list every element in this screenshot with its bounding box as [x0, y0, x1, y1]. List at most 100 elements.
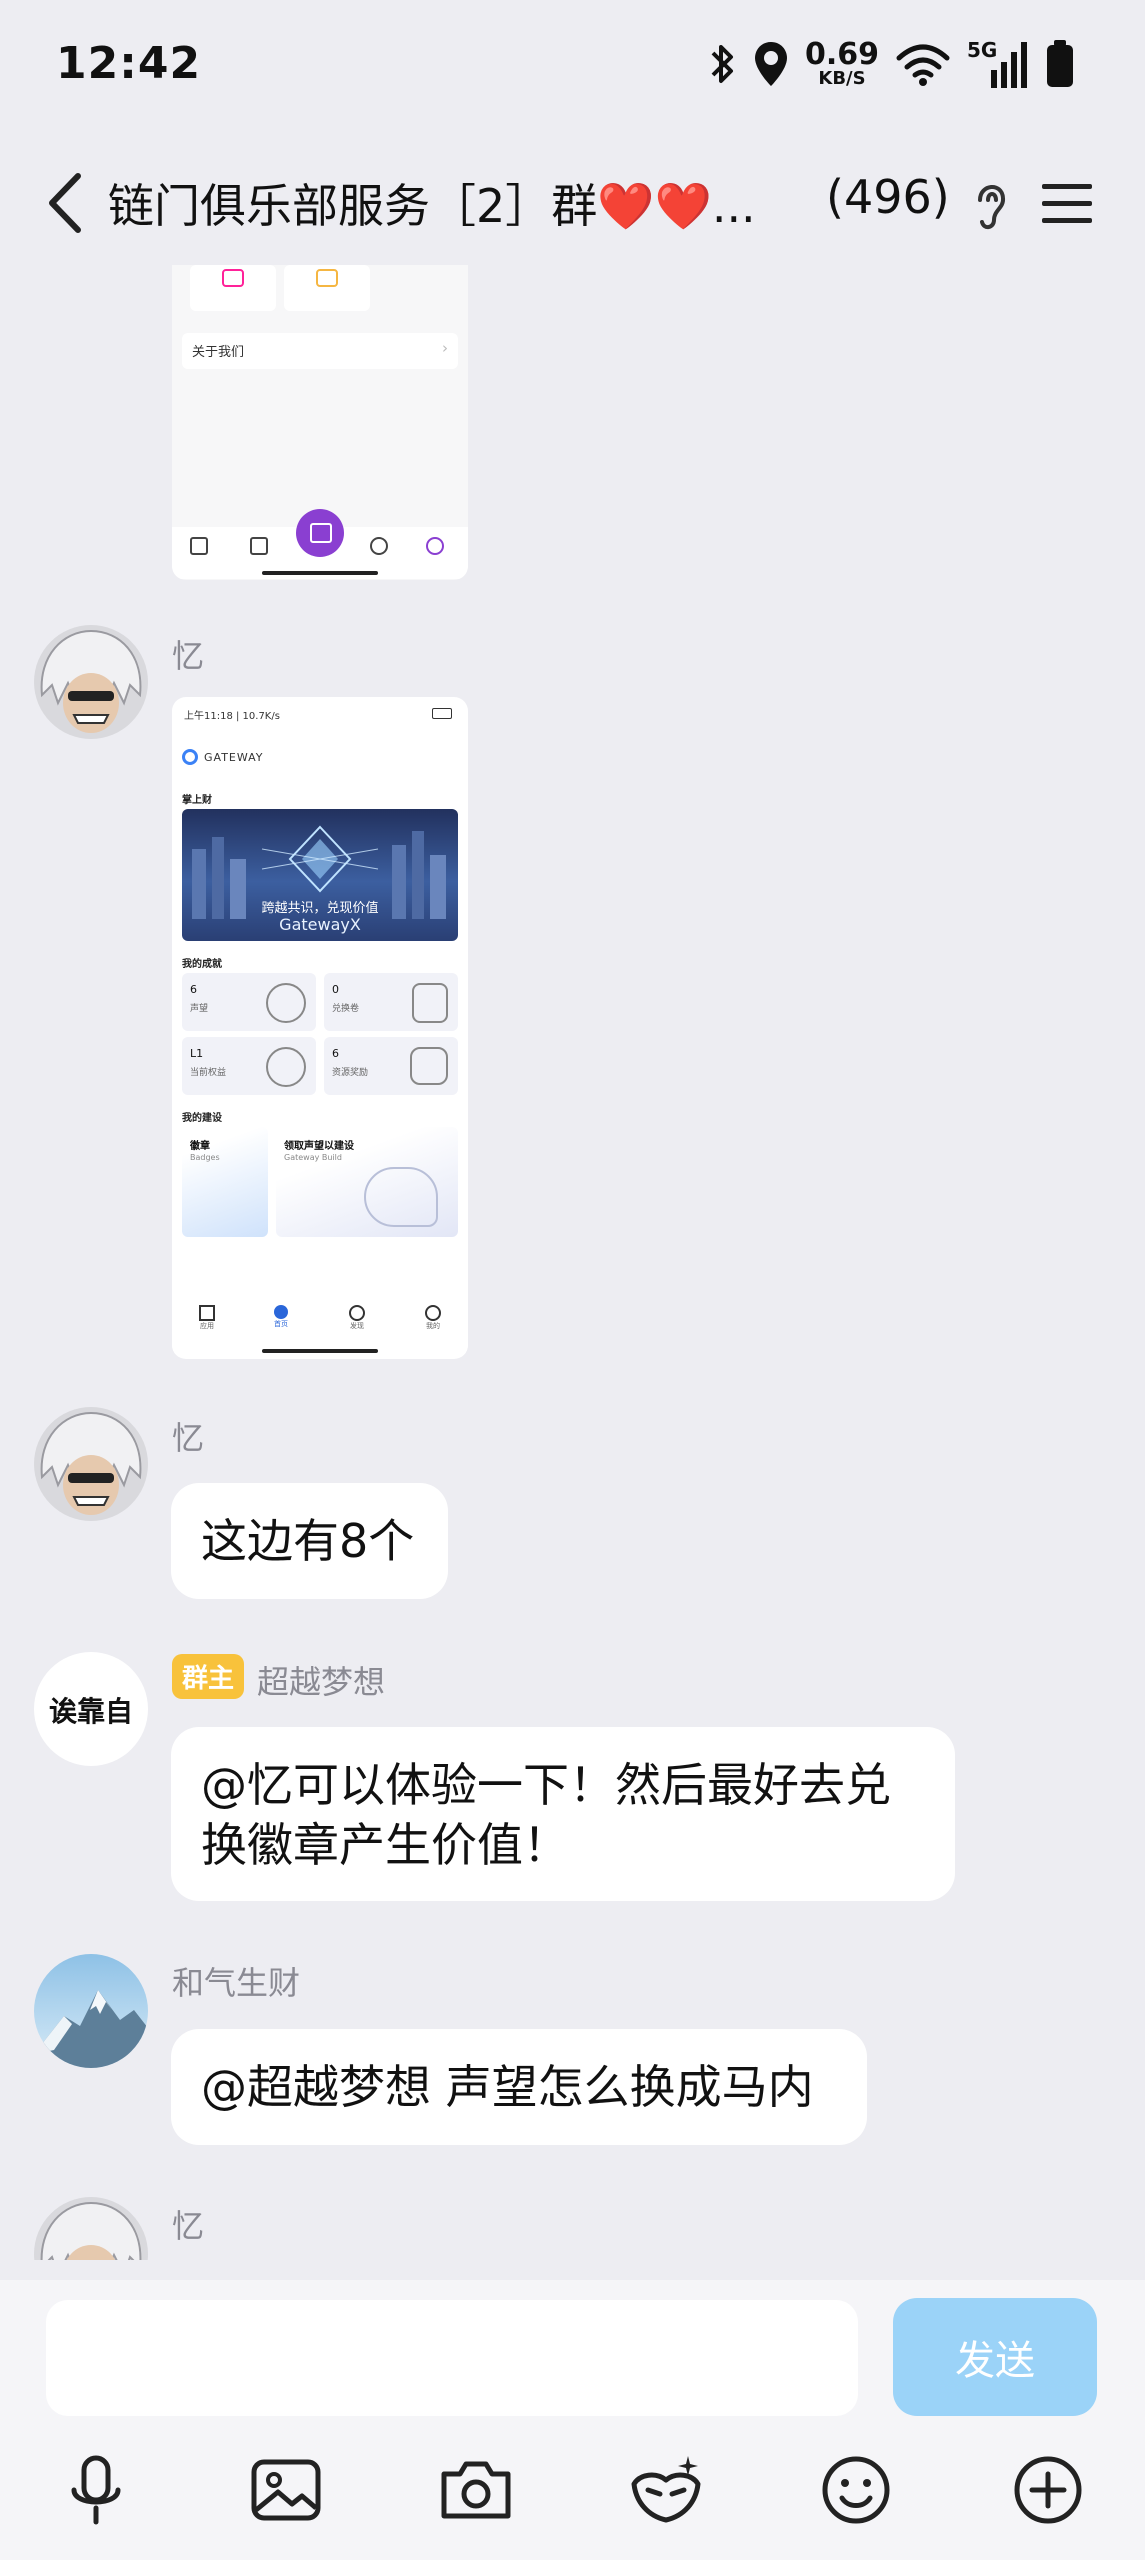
stat-value: 6	[332, 1047, 339, 1060]
nav-home-icon	[190, 537, 208, 555]
chevron-right-icon: ›	[442, 339, 448, 357]
stat-value: 0	[332, 983, 339, 996]
build-card-badges: 徽章 Badges	[182, 1127, 268, 1237]
home-indicator	[262, 1349, 378, 1353]
message-input[interactable]	[46, 2300, 858, 2416]
stat-label: 声望	[190, 1004, 209, 1014]
shortcut-card	[190, 265, 276, 311]
shot-status-time: 上午11:18 | 10.7K/s	[184, 711, 280, 722]
image-message-2[interactable]: 上午11:18 | 10.7K/s GATEWAY 掌上财 跨越共识，兑现价值 …	[172, 697, 468, 1359]
gallery-icon	[310, 523, 332, 543]
cellular-signal: 5G	[967, 38, 1029, 90]
stat-card: 0 兑换卷	[324, 973, 458, 1031]
chat-header: 链门俱乐部服务［2］群❤️❤️... (496)	[0, 150, 1145, 260]
stat-card: L1 当前权益	[182, 1037, 316, 1095]
plus-icon[interactable]	[1008, 2450, 1088, 2530]
input-area: 发送	[0, 2280, 1145, 2560]
build-card-subtitle: Gateway Build	[284, 1153, 342, 1162]
avatar-yi[interactable]	[34, 2197, 148, 2260]
avatar-chaoyue[interactable]: 诶靠自	[34, 1652, 148, 1766]
chat-title[interactable]: 链门俱乐部服务［2］群❤️❤️...	[108, 170, 756, 236]
chat-message-list[interactable]: 关于我们 › 忆 上午11:18 | 10.7K/s GATEWAY 掌上财 跨…	[0, 265, 1145, 2260]
stat-label: 当前权益	[190, 1068, 227, 1078]
message-bubble[interactable]: 这边有8个	[171, 1483, 448, 1599]
banner: 跨越共识，兑现价值 GatewayX	[182, 809, 458, 941]
shot-bottom-nav: 应用 首页 发现 我的	[172, 1297, 468, 1357]
stat-label: 资源奖励	[332, 1068, 369, 1078]
group-owner-badge: 群主	[172, 1654, 245, 1699]
shot-status-bar: 上午11:18 | 10.7K/s	[184, 707, 456, 722]
sender-name: 忆	[172, 637, 205, 675]
apps-icon	[199, 1305, 215, 1321]
stat-illustration-icon	[410, 1047, 448, 1085]
signal-bars-icon	[991, 42, 1027, 88]
stat-illustration-icon	[266, 1047, 306, 1087]
gateway-brand: GATEWAY	[204, 750, 264, 764]
shot-nav-item: 首页	[266, 1305, 296, 1329]
avatar-image	[34, 1407, 148, 1521]
shot-nav-item: 我的	[418, 1305, 448, 1331]
emoji-icon[interactable]	[816, 2450, 896, 2530]
sender-name: 和气生财	[172, 1964, 301, 2002]
about-us-row: 关于我们 ›	[182, 333, 458, 369]
message-bubble[interactable]: @超越梦想 声望怎么换成马内	[171, 2029, 867, 2145]
hand-illustration-icon	[364, 1167, 438, 1227]
stat-card: 6 声望	[182, 973, 316, 1031]
battery-icon	[1047, 40, 1073, 87]
banner-title: 跨越共识，兑现价值	[261, 901, 379, 916]
message-bubble[interactable]: @忆可以体验一下！然后最好去兑换徽章产生价值！	[171, 1727, 955, 1901]
shot-battery-icon	[432, 708, 452, 719]
user-icon	[425, 1305, 441, 1321]
nav-label: 应用	[200, 1322, 214, 1330]
section-title-hot: 掌上财	[182, 795, 212, 806]
gateway-logo-icon	[182, 749, 198, 765]
wifi-icon	[896, 44, 950, 86]
section-title-build: 我的建设	[182, 1113, 222, 1124]
ai-mask-icon[interactable]	[626, 2450, 706, 2530]
center-action-button	[296, 509, 344, 557]
gateway-logo: GATEWAY	[182, 749, 264, 765]
shot-nav-item: 发现	[342, 1305, 372, 1331]
status-time: 12:42	[56, 38, 202, 89]
avatar-image	[34, 1954, 148, 2068]
nav-profile-icon	[426, 537, 444, 555]
camera-icon[interactable]	[436, 2450, 516, 2530]
shortcut-card	[284, 265, 370, 311]
nav-label: 发现	[350, 1322, 364, 1330]
build-card-gateway: 领取声望以建设 Gateway Build	[276, 1127, 458, 1237]
member-count[interactable]: (496)	[826, 170, 950, 224]
discover-icon	[349, 1305, 365, 1321]
network-speed: 0.69 KB/S	[805, 40, 879, 88]
nav-share-icon	[250, 537, 268, 555]
back-button[interactable]	[34, 168, 104, 238]
menu-icon[interactable]	[1036, 172, 1098, 234]
avatar-yi[interactable]	[34, 1407, 148, 1521]
stat-illustration-icon	[412, 983, 448, 1023]
image-message-1[interactable]: 关于我们 ›	[172, 265, 468, 580]
build-card-title: 徽章	[190, 1141, 210, 1152]
nav-label: 我的	[426, 1322, 440, 1330]
avatar-yi[interactable]	[34, 625, 148, 739]
image-icon[interactable]	[246, 2450, 326, 2530]
stat-label: 兑换卷	[332, 1004, 360, 1014]
sender-name: 忆	[172, 2207, 205, 2245]
ear-icon[interactable]	[966, 174, 1016, 234]
stat-value: L1	[190, 1047, 204, 1060]
avatar-heqi[interactable]	[34, 1954, 148, 2068]
sender-name: 超越梦想	[257, 1663, 386, 1701]
nav-user-icon	[370, 537, 388, 555]
banner-subtitle: GatewayX	[279, 915, 361, 934]
avatar-image	[34, 625, 148, 739]
avatar-calligraphy: 诶靠自	[48, 1695, 133, 1728]
section-title-achievements: 我的成就	[182, 959, 222, 970]
home-indicator	[262, 571, 378, 575]
microphone-icon[interactable]	[56, 2450, 136, 2530]
send-button[interactable]: 发送	[893, 2298, 1097, 2416]
sender-name: 忆	[172, 1419, 205, 1457]
nav-label: 首页	[274, 1320, 288, 1328]
avatar-image	[34, 2197, 148, 2260]
stat-card: 6 资源奖励	[324, 1037, 458, 1095]
shortcut-card-row	[182, 265, 458, 315]
home-icon	[274, 1305, 288, 1319]
about-us-label: 关于我们	[192, 345, 245, 360]
